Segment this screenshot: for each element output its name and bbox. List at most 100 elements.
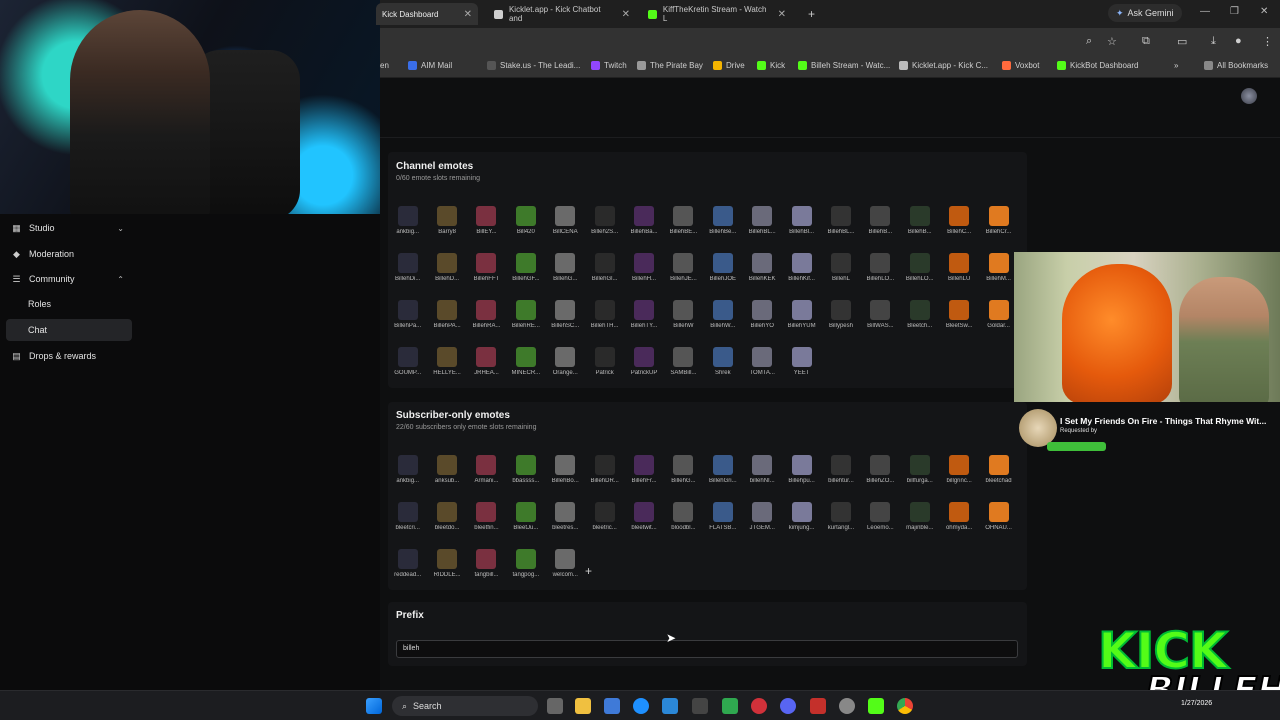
- extensions-icon[interactable]: ⧉: [1142, 35, 1150, 48]
- emote-item[interactable]: MINECR...: [506, 343, 545, 390]
- emote-item[interactable]: tangpog...: [506, 545, 545, 592]
- emote-item[interactable]: BillehZO...: [861, 451, 900, 498]
- emote-item[interactable]: Orange...: [546, 343, 585, 390]
- emote-item[interactable]: BillehB...: [861, 202, 900, 249]
- emote-item[interactable]: Billeh2S...: [585, 202, 624, 249]
- emote-item[interactable]: kimjung...: [782, 498, 821, 545]
- download-icon[interactable]: ⤓: [1211, 35, 1216, 48]
- bookmark-pirate-bay[interactable]: The Pirate Bay: [637, 61, 703, 70]
- emote-item[interactable]: BillehKif...: [782, 249, 821, 296]
- emote-item[interactable]: BillehBE...: [664, 202, 703, 249]
- emote-item[interactable]: BillehG...: [664, 451, 703, 498]
- window-close-icon[interactable]: ✕: [1260, 6, 1268, 17]
- app-red2-icon[interactable]: [810, 698, 826, 714]
- taskbar-search[interactable]: ⌕ Search: [392, 696, 538, 716]
- chrome-icon[interactable]: [897, 698, 913, 714]
- emote-item[interactable]: BillehH...: [624, 249, 663, 296]
- emote-item[interactable]: BillehBL...: [821, 202, 860, 249]
- bookmark-drive[interactable]: Drive: [713, 61, 745, 70]
- emote-item[interactable]: BillehYUM: [782, 296, 821, 343]
- app-red-icon[interactable]: [751, 698, 767, 714]
- emote-item[interactable]: ankbig...: [388, 451, 427, 498]
- emote-item[interactable]: bloodbl...: [664, 498, 703, 545]
- emote-item[interactable]: BillehRE...: [506, 296, 545, 343]
- emote-item[interactable]: BillehBL...: [743, 202, 782, 249]
- emote-item[interactable]: kurtangl...: [821, 498, 860, 545]
- sidebar-item-drops-rewards[interactable]: ▤ Drops & rewards: [6, 345, 132, 367]
- emote-item[interactable]: BillehGl...: [585, 249, 624, 296]
- emote-item[interactable]: YEET: [782, 343, 821, 390]
- file-explorer-icon[interactable]: [575, 698, 591, 714]
- close-icon[interactable]: ✕: [622, 9, 630, 20]
- emote-item[interactable]: BillehDR...: [585, 451, 624, 498]
- kick-app-icon[interactable]: [868, 698, 884, 714]
- emote-item[interactable]: HELLYE...: [427, 343, 466, 390]
- emote-item[interactable]: ohmyda...: [939, 498, 978, 545]
- zoom-icon[interactable]: ⌕: [1086, 35, 1092, 48]
- emote-item[interactable]: bleetfin...: [467, 498, 506, 545]
- profile-icon[interactable]: ●: [1235, 35, 1242, 47]
- emote-item[interactable]: billehtur...: [821, 451, 860, 498]
- emote-item[interactable]: billehNI...: [743, 451, 782, 498]
- emote-item[interactable]: BillehPa...: [388, 296, 427, 343]
- bookmark-aim-mail[interactable]: AIM Mail: [408, 61, 452, 70]
- emote-item[interactable]: BillehM...: [979, 249, 1018, 296]
- emote-item[interactable]: BillehBe...: [703, 202, 742, 249]
- store-icon[interactable]: [604, 698, 620, 714]
- sidebar-item-community[interactable]: ☰ Community ⌃: [6, 268, 132, 290]
- emote-item[interactable]: JRHEA...: [467, 343, 506, 390]
- sidebar-item-studio[interactable]: ▦ Studio ⌄: [6, 217, 132, 239]
- emote-item[interactable]: ankbig...: [388, 202, 427, 249]
- emote-item[interactable]: BillehD...: [427, 249, 466, 296]
- emote-item[interactable]: JTGEM...: [743, 498, 782, 545]
- emote-item[interactable]: BillehBo...: [546, 451, 585, 498]
- emote-item[interactable]: BillehTH...: [585, 296, 624, 343]
- outlook-icon[interactable]: [662, 698, 678, 714]
- task-view-icon[interactable]: [547, 698, 563, 714]
- xbox-icon[interactable]: [722, 698, 738, 714]
- emote-item[interactable]: Bill420: [506, 202, 545, 249]
- emote-item[interactable]: BillehLO...: [900, 249, 939, 296]
- emote-item[interactable]: BillCENA: [546, 202, 585, 249]
- emote-item[interactable]: BleetSw...: [939, 296, 978, 343]
- emote-item[interactable]: billgrinc...: [939, 451, 978, 498]
- app-icon[interactable]: [692, 698, 708, 714]
- emote-item[interactable]: reddead...: [388, 545, 427, 592]
- emote-item[interactable]: bbassss...: [506, 451, 545, 498]
- settings-icon[interactable]: [839, 698, 855, 714]
- emote-item[interactable]: FLATSB...: [703, 498, 742, 545]
- emote-item[interactable]: BillehKEK: [743, 249, 782, 296]
- emote-item[interactable]: Goldar...: [979, 296, 1018, 343]
- emote-item[interactable]: BillehFFT: [467, 249, 506, 296]
- tab-kick-dashboard[interactable]: Kick Dashboard ✕: [376, 3, 478, 25]
- emote-item[interactable]: BillehG...: [546, 249, 585, 296]
- tab-kicklet[interactable]: Kicklet.app - Kick Chatbot and ✕: [488, 3, 636, 25]
- emote-item[interactable]: BillehJE...: [664, 249, 703, 296]
- emote-item[interactable]: OHNAU...: [979, 498, 1018, 545]
- emote-item[interactable]: bleetdo...: [427, 498, 466, 545]
- sidebar-item-moderation[interactable]: ◆ Moderation: [6, 243, 132, 265]
- emote-item[interactable]: BillEY...: [467, 202, 506, 249]
- emote-item[interactable]: Bleetch...: [900, 296, 939, 343]
- emote-item[interactable]: TOMTA...: [743, 343, 782, 390]
- emote-item[interactable]: Patrick: [585, 343, 624, 390]
- emote-item[interactable]: BleetJu...: [506, 498, 545, 545]
- emote-item[interactable]: bleetric...: [585, 498, 624, 545]
- emote-item[interactable]: BillehC...: [939, 202, 978, 249]
- menu-icon[interactable]: ⋮: [1262, 35, 1273, 48]
- emote-item[interactable]: anksub...: [427, 451, 466, 498]
- emote-item[interactable]: PatrickUP: [624, 343, 663, 390]
- emote-item[interactable]: BillWAS...: [861, 296, 900, 343]
- sidebar-item-roles[interactable]: Roles: [6, 293, 132, 315]
- bookmark-kicklet[interactable]: Kicklet.app - Kick C...: [899, 61, 988, 70]
- emote-item[interactable]: Leoemo...: [861, 498, 900, 545]
- bookmark-kick[interactable]: Kick: [757, 61, 785, 70]
- emote-item[interactable]: RIDDLE...: [427, 545, 466, 592]
- emote-item[interactable]: BillehW...: [703, 296, 742, 343]
- all-bookmarks[interactable]: All Bookmarks: [1204, 61, 1268, 70]
- ask-gemini-button[interactable]: ✦ Ask Gemini: [1108, 4, 1182, 22]
- emote-item[interactable]: BillehBl...: [782, 202, 821, 249]
- maximize-icon[interactable]: ❐: [1230, 6, 1239, 17]
- close-icon[interactable]: ✕: [778, 9, 786, 20]
- emote-item[interactable]: BillehFr...: [624, 451, 663, 498]
